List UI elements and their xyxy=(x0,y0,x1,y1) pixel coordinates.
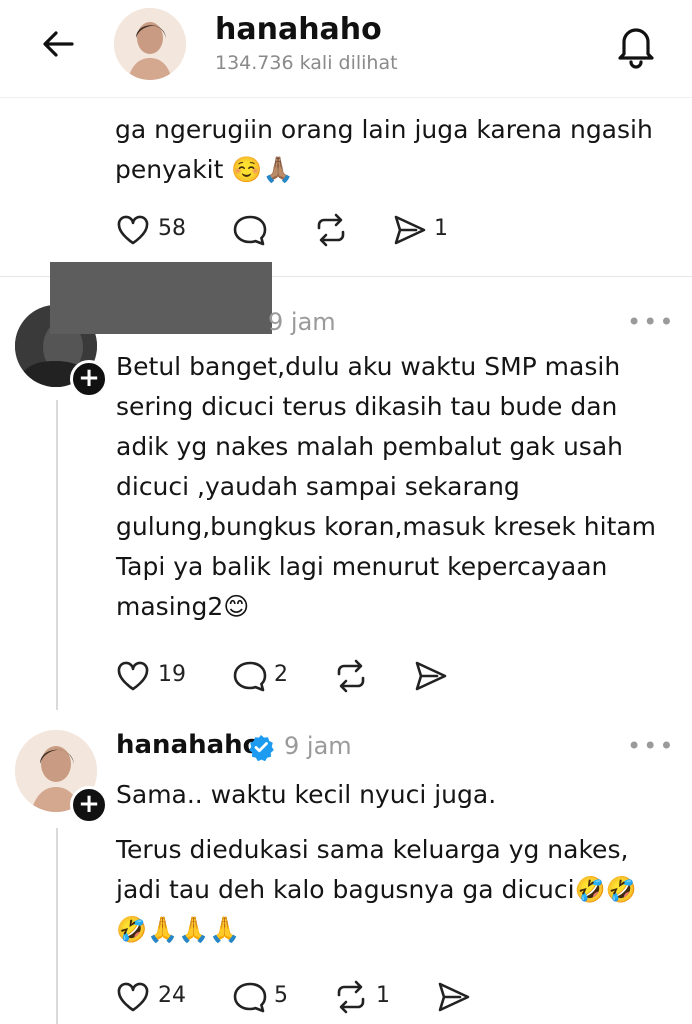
follow-plus-button[interactable]: + xyxy=(70,360,108,398)
redacted-username-block xyxy=(50,262,272,334)
repost-icon[interactable] xyxy=(312,212,350,248)
like-count: 19 xyxy=(158,662,186,687)
reply-text: Betul banget,dulu aku waktu SMP masih se… xyxy=(116,352,657,621)
reply-text: Sama.. waktu kecil nyuci juga. xyxy=(116,780,497,809)
share-icon[interactable] xyxy=(436,980,472,1014)
repost-icon[interactable] xyxy=(332,658,370,694)
repost-icon[interactable] xyxy=(332,979,370,1015)
back-arrow-icon[interactable] xyxy=(36,22,80,66)
notification-bell-icon[interactable] xyxy=(612,18,660,70)
view-count: 134.736 kali dilihat xyxy=(215,52,398,74)
reply-time: 9 jam xyxy=(284,732,352,760)
post-text: ga ngerugiin orang lain juga karena ngas… xyxy=(115,115,653,184)
repost-count: 1 xyxy=(376,983,390,1008)
reply-username[interactable]: hanahaho xyxy=(116,730,261,760)
like-icon[interactable] xyxy=(116,981,150,1013)
reply-time: 9 jam xyxy=(268,308,336,336)
comment-icon[interactable] xyxy=(232,213,268,247)
more-options-icon[interactable]: ••• xyxy=(627,308,675,336)
share-icon[interactable] xyxy=(413,659,449,693)
comment-count: 2 xyxy=(274,662,288,687)
comment-icon[interactable] xyxy=(232,659,268,693)
share-icon[interactable] xyxy=(392,213,428,247)
like-count: 24 xyxy=(158,983,186,1008)
like-count: 58 xyxy=(158,216,186,241)
comment-icon[interactable] xyxy=(232,980,268,1014)
like-icon[interactable] xyxy=(116,214,150,246)
profile-avatar[interactable] xyxy=(114,8,186,80)
thread-line xyxy=(56,400,58,710)
follow-plus-button[interactable]: + xyxy=(70,786,108,824)
thread-line xyxy=(56,828,58,1024)
comment-count: 5 xyxy=(274,983,288,1008)
like-icon[interactable] xyxy=(116,660,150,692)
share-count: 1 xyxy=(434,216,448,241)
top-bar: hanahaho 134.736 kali dilihat xyxy=(0,0,692,98)
more-options-icon[interactable]: ••• xyxy=(627,732,675,760)
header-username[interactable]: hanahaho xyxy=(215,12,382,47)
verified-badge-icon xyxy=(247,733,275,761)
reply-text: Terus diedukasi sama keluarga yg nakes, … xyxy=(116,835,637,944)
